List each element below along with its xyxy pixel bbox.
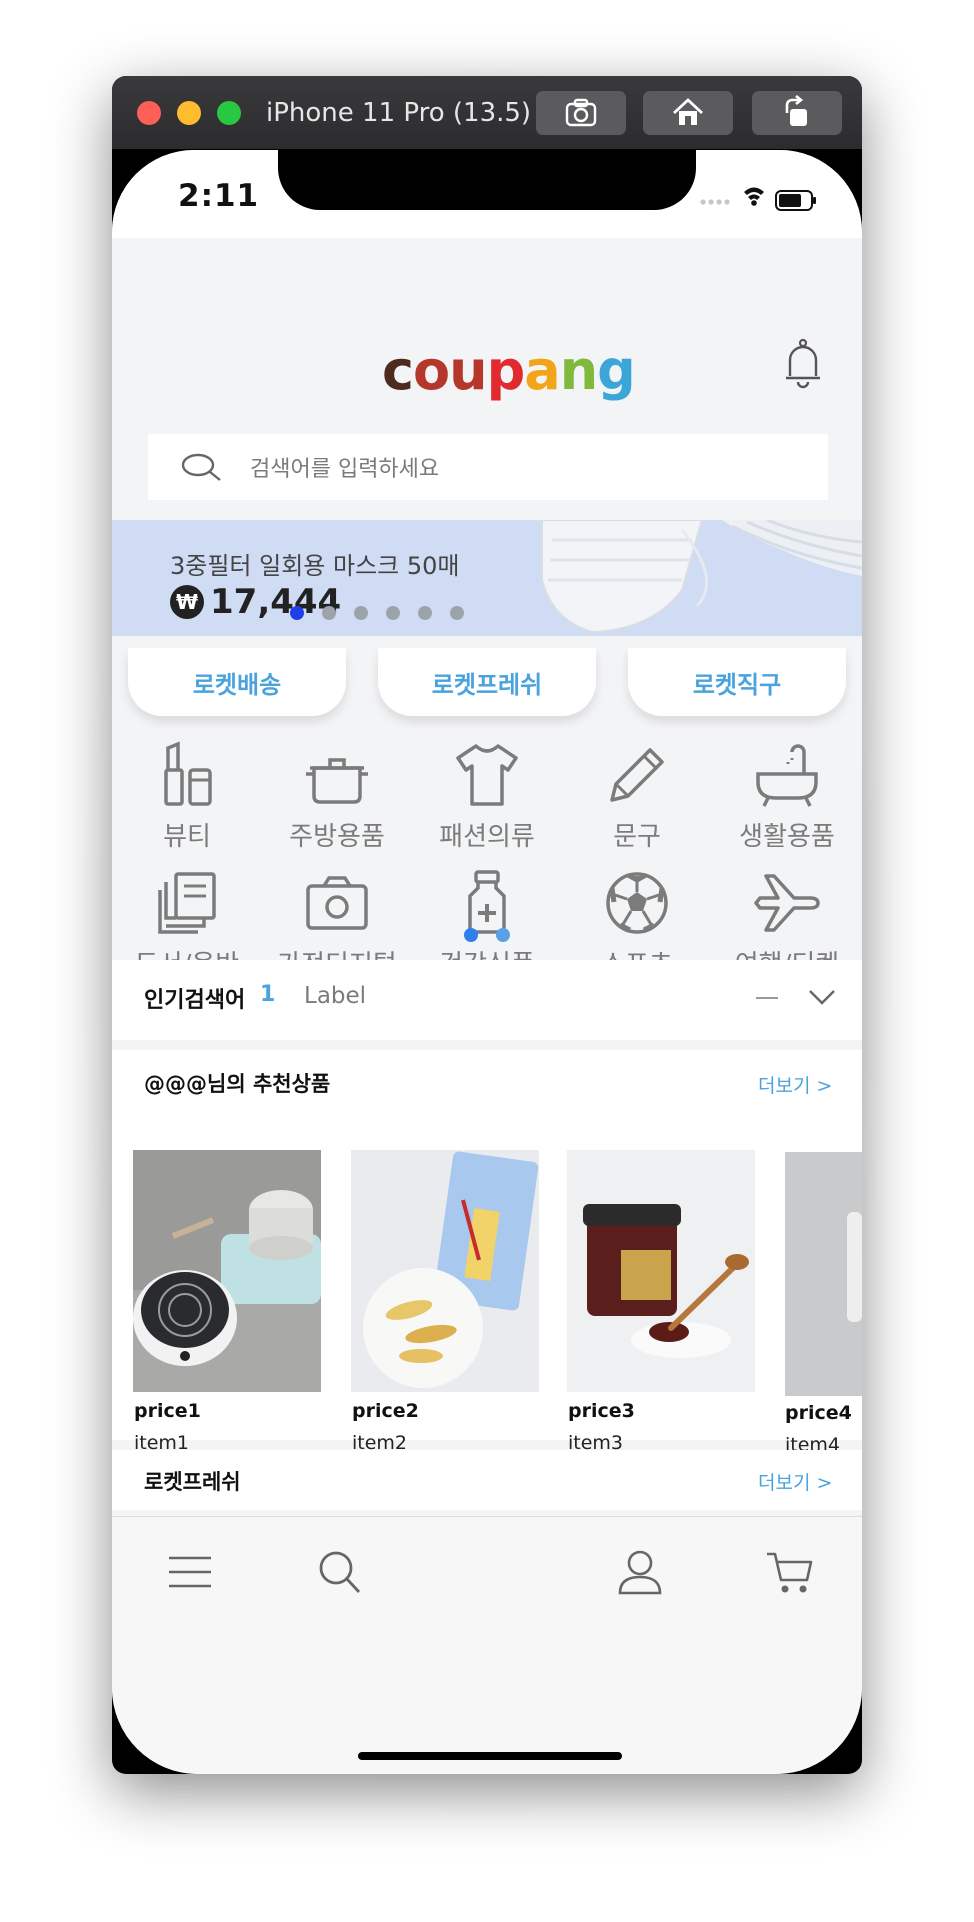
category-stationery[interactable]: 문구 <box>562 740 712 870</box>
cart-icon[interactable] <box>765 1548 815 1596</box>
popular-keyword[interactable]: Label <box>304 983 366 1009</box>
cosmetics-icon <box>164 741 212 806</box>
zoom-window-button[interactable] <box>217 101 241 125</box>
category-household[interactable]: 생활용품 <box>712 740 862 870</box>
notch <box>278 150 696 210</box>
status-time: 2:11 <box>178 178 260 214</box>
notification-bell-icon[interactable] <box>782 338 824 390</box>
screenshot-icon <box>565 98 597 127</box>
window-title: iPhone 11 Pro (13.5) <box>266 98 532 128</box>
product-image-4[interactable] <box>785 1152 862 1396</box>
popular-rank: 1 <box>260 982 276 1007</box>
mask-product-image <box>541 520 862 634</box>
banner-price-value: 17,444 <box>210 582 342 622</box>
medicine-bottle-icon <box>468 870 506 934</box>
search-input[interactable]: 검색어를 입력하세요 <box>148 434 828 500</box>
product-price-3: price3 <box>568 1400 635 1422</box>
popular-keywords-title: 인기검색어 <box>144 988 246 1013</box>
camera-icon <box>306 876 368 930</box>
airplane-icon <box>754 874 820 932</box>
search-placeholder: 검색어를 입력하세요 <box>250 457 440 482</box>
chevron-down-icon <box>809 990 835 1005</box>
bottom-tab-bar <box>112 1516 862 1774</box>
signal-icon <box>700 199 730 205</box>
product-price-1: price1 <box>134 1400 201 1422</box>
menu-icon[interactable] <box>165 1548 215 1596</box>
banner-dot-5[interactable] <box>418 606 432 620</box>
rocket-fresh-more-link[interactable]: 더보기 > <box>758 1468 832 1495</box>
category-page-dot-2[interactable] <box>496 928 510 942</box>
coupang-logo[interactable]: coupang <box>382 336 636 406</box>
banner-dot-2[interactable] <box>322 606 336 620</box>
pot-icon <box>306 758 368 804</box>
product-image-2[interactable] <box>351 1150 539 1392</box>
category-beauty[interactable]: 뷰티 <box>112 740 262 870</box>
recommended-title: @@@님의 추천상품 <box>144 1072 331 1096</box>
rocket-direct-button[interactable]: 로켓직구 <box>628 648 846 716</box>
search-icon <box>181 453 221 481</box>
profile-icon[interactable] <box>615 1548 665 1596</box>
screenshot-button[interactable] <box>536 91 626 135</box>
tshirt-icon <box>456 744 518 806</box>
rocket-fresh-title: 로켓프레쉬 <box>144 1470 241 1494</box>
rocket-delivery-button[interactable]: 로켓배송 <box>128 648 346 716</box>
category-fashion[interactable]: 패션의류 <box>412 740 562 870</box>
wifi-icon <box>744 187 764 206</box>
banner-dot-1[interactable] <box>290 606 304 620</box>
product-price-4: price4 <box>785 1402 852 1424</box>
category-page-dot-1[interactable] <box>464 928 478 942</box>
phone-screen: 2:11 coupang 검색어를 입력하세요 3중필터 일회용 마스크 50매… <box>112 150 862 1774</box>
home-icon <box>673 98 703 125</box>
pencil-icon <box>610 748 664 802</box>
bathtub-icon <box>756 744 818 807</box>
home-button[interactable] <box>643 91 733 135</box>
battery-icon <box>775 190 816 211</box>
rotate-button[interactable] <box>752 91 842 135</box>
soccer-ball-icon <box>606 872 668 934</box>
status-icons <box>700 187 816 211</box>
rotate-icon <box>785 95 807 126</box>
category-kitchen[interactable]: 주방용품 <box>262 740 412 870</box>
banner-dot-3[interactable] <box>354 606 368 620</box>
banner-dot-4[interactable] <box>386 606 400 620</box>
book-icon <box>158 872 216 934</box>
won-icon: ₩ <box>170 585 204 619</box>
product-image-3[interactable] <box>567 1150 755 1392</box>
minimize-window-button[interactable] <box>177 101 201 125</box>
home-indicator[interactable] <box>358 1752 622 1760</box>
tab-search-icon[interactable] <box>315 1548 365 1596</box>
product-price-2: price2 <box>352 1400 419 1422</box>
popular-controls <box>756 990 835 1005</box>
product-image-1[interactable] <box>133 1150 321 1392</box>
banner-title: 3중필터 일회용 마스크 50매 <box>170 552 460 580</box>
recommended-more-link[interactable]: 더보기 > <box>758 1071 832 1098</box>
close-window-button[interactable] <box>137 101 161 125</box>
banner-dot-6[interactable] <box>450 606 464 620</box>
banner-price: ₩ 17,444 <box>170 582 341 622</box>
rocket-fresh-button[interactable]: 로켓프레쉬 <box>378 648 596 716</box>
